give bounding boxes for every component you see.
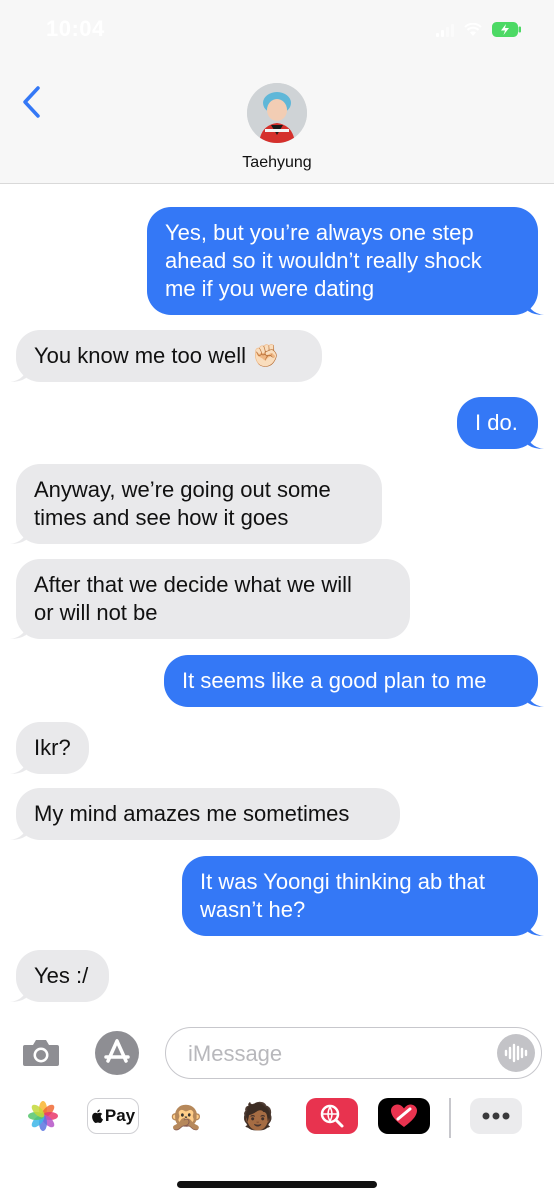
message-text: Anyway, we’re going out some (34, 477, 331, 502)
message-text: Yes, but you’re always one step (165, 220, 474, 245)
wifi-icon (464, 22, 482, 36)
app-store-icon (95, 1031, 139, 1075)
contact-name[interactable]: Taehyung (0, 154, 554, 172)
message-text: It seems like a good plan to me (182, 668, 487, 693)
message-text: me if you were dating (165, 276, 375, 301)
photos-app-button[interactable] (17, 1098, 69, 1134)
status-bar: 10:04 (0, 0, 554, 60)
apple-pay-button[interactable]: Pay (87, 1098, 139, 1134)
bubble-tail (526, 918, 544, 936)
message-bubble-incoming[interactable]: Yes :/ (10, 950, 109, 1002)
imessage-placeholder: iMessage (188, 1041, 283, 1066)
imessage-input[interactable]: iMessage (165, 1027, 542, 1079)
status-time: 10:04 (46, 16, 105, 41)
photos-icon (28, 1101, 58, 1131)
message-bubble-incoming[interactable]: My mind amazes me sometimes (10, 788, 400, 840)
web-images-search-icon (320, 1104, 344, 1128)
bubble-tail (10, 984, 28, 1002)
back-button[interactable] (16, 82, 46, 122)
bubble-tail (10, 756, 28, 774)
chevron-left-icon (23, 86, 40, 118)
animoji-monkey-icon: 🙊 (168, 1100, 204, 1132)
message-bubble-outgoing[interactable]: I do. (457, 397, 544, 449)
message-text: You know me too well ✊🏻 (34, 343, 280, 368)
message-text: wasn’t he? (200, 897, 306, 922)
contact-avatar[interactable] (247, 83, 307, 143)
audio-message-button[interactable] (497, 1034, 535, 1072)
cellular-signal-icon (436, 23, 454, 37)
message-text: I do. (475, 410, 518, 435)
message-bubble-incoming[interactable]: Ikr? (10, 722, 89, 774)
message-text: Yes :/ (34, 963, 89, 988)
apple-pay-label: Pay (104, 1106, 136, 1125)
camera-button[interactable] (20, 1033, 62, 1073)
message-bubble-incoming[interactable]: After that we decide what we will or wil… (10, 559, 410, 639)
battery-charging-icon (492, 22, 521, 37)
bubble-tail (10, 364, 28, 382)
bubble-tail (10, 822, 28, 840)
message-text: ahead so it wouldn’t really shock (165, 248, 482, 273)
digital-touch-button[interactable] (378, 1098, 430, 1134)
bubble-tail (526, 689, 544, 707)
more-apps-icon (482, 1112, 510, 1120)
message-text: Ikr? (34, 735, 71, 760)
camera-icon (23, 1040, 59, 1066)
animoji-button[interactable]: 🙊 (160, 1098, 212, 1134)
message-bubble-outgoing[interactable]: Yes, but you’re always one step ahead so… (147, 207, 544, 315)
web-images-button[interactable] (306, 1098, 358, 1134)
message-bubble-outgoing[interactable]: It was Yoongi thinking ab that wasn’t he… (182, 856, 544, 936)
audio-waveform-icon (504, 1043, 528, 1063)
app-store-button[interactable] (94, 1030, 140, 1076)
apple-logo-icon (92, 1109, 103, 1123)
message-text: After that we decide what we will (34, 572, 352, 597)
message-bubble-incoming[interactable]: Anyway, we’re going out some times and s… (10, 464, 382, 544)
avatar-image (247, 83, 307, 143)
message-bubble-outgoing[interactable]: It seems like a good plan to me (164, 655, 544, 707)
status-icons (436, 22, 522, 37)
bubble-tail (526, 431, 544, 449)
digital-touch-icon (391, 1104, 417, 1127)
bubble-tail (10, 621, 28, 639)
memoji-icon: 🧑🏾 (241, 1100, 275, 1131)
app-drawer-divider (449, 1098, 451, 1138)
message-text: times and see how it goes (34, 505, 289, 530)
message-text: My mind amazes me sometimes (34, 801, 350, 826)
message-text: It was Yoongi thinking ab that (200, 869, 485, 894)
memoji-button[interactable]: 🧑🏾 (232, 1098, 284, 1134)
message-text: or will not be (34, 600, 158, 625)
home-indicator[interactable] (177, 1181, 377, 1188)
app-drawer: Pay 🙊 🧑🏾 (0, 1088, 554, 1200)
message-bubble-incoming[interactable]: You know me too well ✊🏻 (10, 330, 322, 382)
more-apps-button[interactable] (470, 1098, 522, 1134)
bubble-tail (526, 297, 544, 315)
bubble-tail (10, 526, 28, 544)
message-input-bar: iMessage (0, 1018, 554, 1088)
